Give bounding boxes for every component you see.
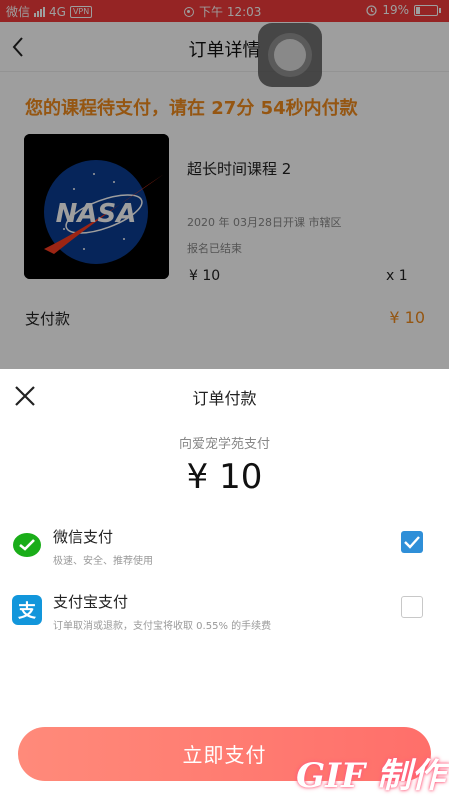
wechat-pay-name: 微信支付 — [53, 528, 114, 546]
alipay-name: 支付宝支付 — [53, 593, 129, 611]
checkmark-icon — [404, 536, 420, 549]
alipay-checkbox[interactable] — [401, 596, 423, 618]
alipay-desc: 订单取消或退款，支付宝将收取 0.55% 的手续费 — [53, 621, 272, 632]
wechat-pay-checkbox[interactable] — [401, 531, 423, 553]
payment-sheet: 订单付款 向爱宠学苑支付 ¥ 10 微信支付 极速、安全、推荐使用 支 支付宝支… — [0, 369, 449, 798]
sheet-title: 订单付款 — [192, 389, 257, 408]
wechat-pay-desc: 极速、安全、推荐使用 — [53, 556, 153, 567]
payee-label: 向爱宠学苑支付 — [178, 437, 270, 452]
gif-watermark: GIF 制作 — [296, 756, 445, 796]
wechat-pay-icon — [13, 533, 41, 557]
payment-method-wechat[interactable]: 微信支付 极速、安全、推荐使用 — [0, 520, 449, 576]
alipay-icon: 支 — [12, 595, 42, 625]
payment-amount: ¥ 10 — [186, 457, 263, 497]
svg-text:支: 支 — [17, 600, 37, 622]
payment-method-alipay[interactable]: 支 支付宝支付 订单取消或退款，支付宝将收取 0.55% 的手续费 — [0, 585, 449, 641]
